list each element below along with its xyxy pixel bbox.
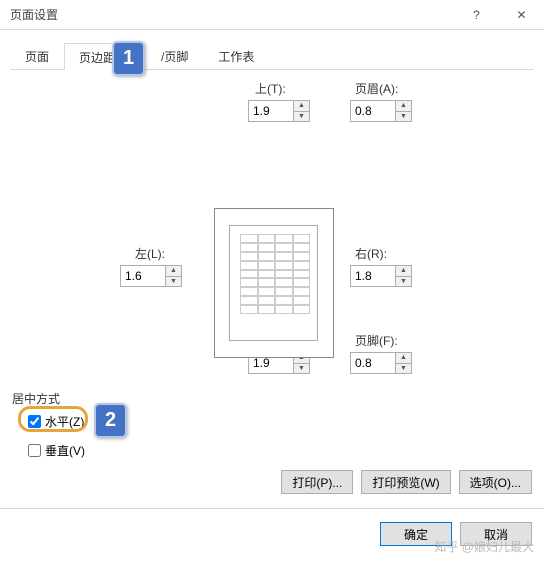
- window-title: 页面设置: [0, 6, 58, 23]
- ok-button[interactable]: 确定: [380, 522, 452, 546]
- highlight-ring: [18, 406, 88, 432]
- spin-up-icon[interactable]: ▲: [396, 353, 411, 364]
- spin-up-icon[interactable]: ▲: [294, 101, 309, 112]
- right-margin-label: 右(R):: [355, 245, 387, 262]
- page-preview: [214, 208, 334, 358]
- spin-down-icon[interactable]: ▼: [396, 277, 411, 287]
- close-button[interactable]: ✕: [499, 0, 544, 30]
- spin-up-icon[interactable]: ▲: [166, 266, 181, 277]
- tab-page[interactable]: 页面: [10, 42, 64, 69]
- center-vertical-checkbox[interactable]: 垂直(V): [28, 442, 85, 459]
- center-v-box[interactable]: [28, 444, 41, 457]
- spin-up-icon[interactable]: ▲: [396, 266, 411, 277]
- print-button[interactable]: 打印(P)...: [281, 470, 353, 494]
- footer-margin-label: 页脚(F):: [355, 332, 398, 349]
- tab-bar: 页面 页边距 /页脚 工作表: [10, 42, 534, 70]
- title-bar: 页面设置 ? ✕: [0, 0, 544, 30]
- spin-down-icon[interactable]: ▼: [294, 364, 309, 374]
- help-button[interactable]: ?: [454, 0, 499, 30]
- spin-up-icon[interactable]: ▲: [396, 101, 411, 112]
- options-button[interactable]: 选项(O)...: [459, 470, 532, 494]
- top-margin-input[interactable]: ▲▼: [248, 100, 310, 122]
- left-margin-input[interactable]: ▲▼: [120, 265, 182, 287]
- content-area: 上(T): ▲▼ 页眉(A): ▲▼ 左(L): ▲▼ 右(R): ▲▼ 下(B…: [0, 70, 544, 80]
- cancel-button[interactable]: 取消: [460, 522, 532, 546]
- spin-down-icon[interactable]: ▼: [294, 112, 309, 122]
- right-margin-input[interactable]: ▲▼: [350, 265, 412, 287]
- left-margin-label: 左(L):: [135, 245, 165, 262]
- callout-1: 1: [112, 41, 145, 76]
- print-preview-button[interactable]: 打印预览(W): [361, 470, 450, 494]
- header-margin-input[interactable]: ▲▼: [350, 100, 412, 122]
- tab-sheet[interactable]: 工作表: [203, 42, 269, 69]
- top-margin-label: 上(T):: [255, 80, 286, 97]
- header-margin-label: 页眉(A):: [355, 80, 398, 97]
- callout-2: 2: [94, 403, 127, 438]
- center-v-label: 垂直(V): [45, 442, 85, 459]
- center-group-label: 居中方式: [12, 390, 60, 407]
- spin-down-icon[interactable]: ▼: [166, 277, 181, 287]
- spin-down-icon[interactable]: ▼: [396, 112, 411, 122]
- spin-down-icon[interactable]: ▼: [396, 364, 411, 374]
- footer-margin-input[interactable]: ▲▼: [350, 352, 412, 374]
